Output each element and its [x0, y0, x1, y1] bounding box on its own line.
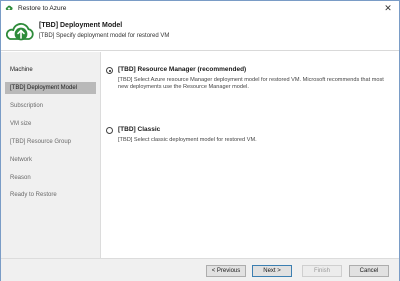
previous-button[interactable]: < Previous [206, 265, 246, 277]
finish-button[interactable]: Finish [302, 265, 342, 277]
close-icon[interactable]: ✕ [381, 2, 395, 14]
option-classic[interactable]: [TBD] Classic [TBD] Select classic deplo… [106, 126, 394, 156]
wizard-footer: < Previous Next > Finish Cancel [1, 258, 399, 281]
classic-description: [TBD] Select classic deployment model fo… [118, 137, 257, 143]
next-button[interactable]: Next > [252, 265, 292, 277]
resource-manager-radio[interactable] [106, 67, 113, 74]
wizard-header: [TBD] Deployment Model [TBD] Specify dep… [1, 15, 399, 51]
title-bar: Restore to Azure ✕ [1, 1, 399, 15]
step-vm-size[interactable]: VM size [1, 118, 100, 130]
page-title: [TBD] Deployment Model [39, 22, 123, 29]
page-subtitle: [TBD] Specify deployment model for resto… [39, 33, 170, 39]
cloud-upload-icon [5, 18, 34, 46]
cancel-button[interactable]: Cancel [349, 265, 389, 277]
step-resource-group[interactable]: [TBD] Resource Group [1, 136, 100, 148]
window-title: Restore to Azure [18, 4, 67, 12]
wizard-content: [TBD] Resource Manager (recommended) [TB… [102, 52, 399, 258]
restore-to-azure-window: Restore to Azure ✕ [TBD] Deployment Mode… [0, 0, 400, 281]
option-resource-manager[interactable]: [TBD] Resource Manager (recommended) [TB… [106, 66, 394, 106]
step-reason[interactable]: Reason [1, 172, 100, 184]
classic-label[interactable]: [TBD] Classic [118, 126, 160, 133]
step-network[interactable]: Network [1, 154, 100, 166]
app-icon [5, 4, 13, 12]
step-subscription[interactable]: Subscription [1, 100, 100, 112]
wizard-steps-sidebar: Machine [TBD] Deployment Model Subscript… [1, 52, 101, 258]
step-ready-to-restore[interactable]: Ready to Restore [1, 189, 100, 201]
step-machine[interactable]: Machine [1, 64, 100, 76]
classic-radio[interactable] [106, 127, 113, 134]
resource-manager-description: [TBD] Select Azure resource Manager depl… [118, 77, 384, 91]
step-deployment-model[interactable]: [TBD] Deployment Model [5, 82, 96, 94]
resource-manager-label[interactable]: [TBD] Resource Manager (recommended) [118, 66, 246, 73]
